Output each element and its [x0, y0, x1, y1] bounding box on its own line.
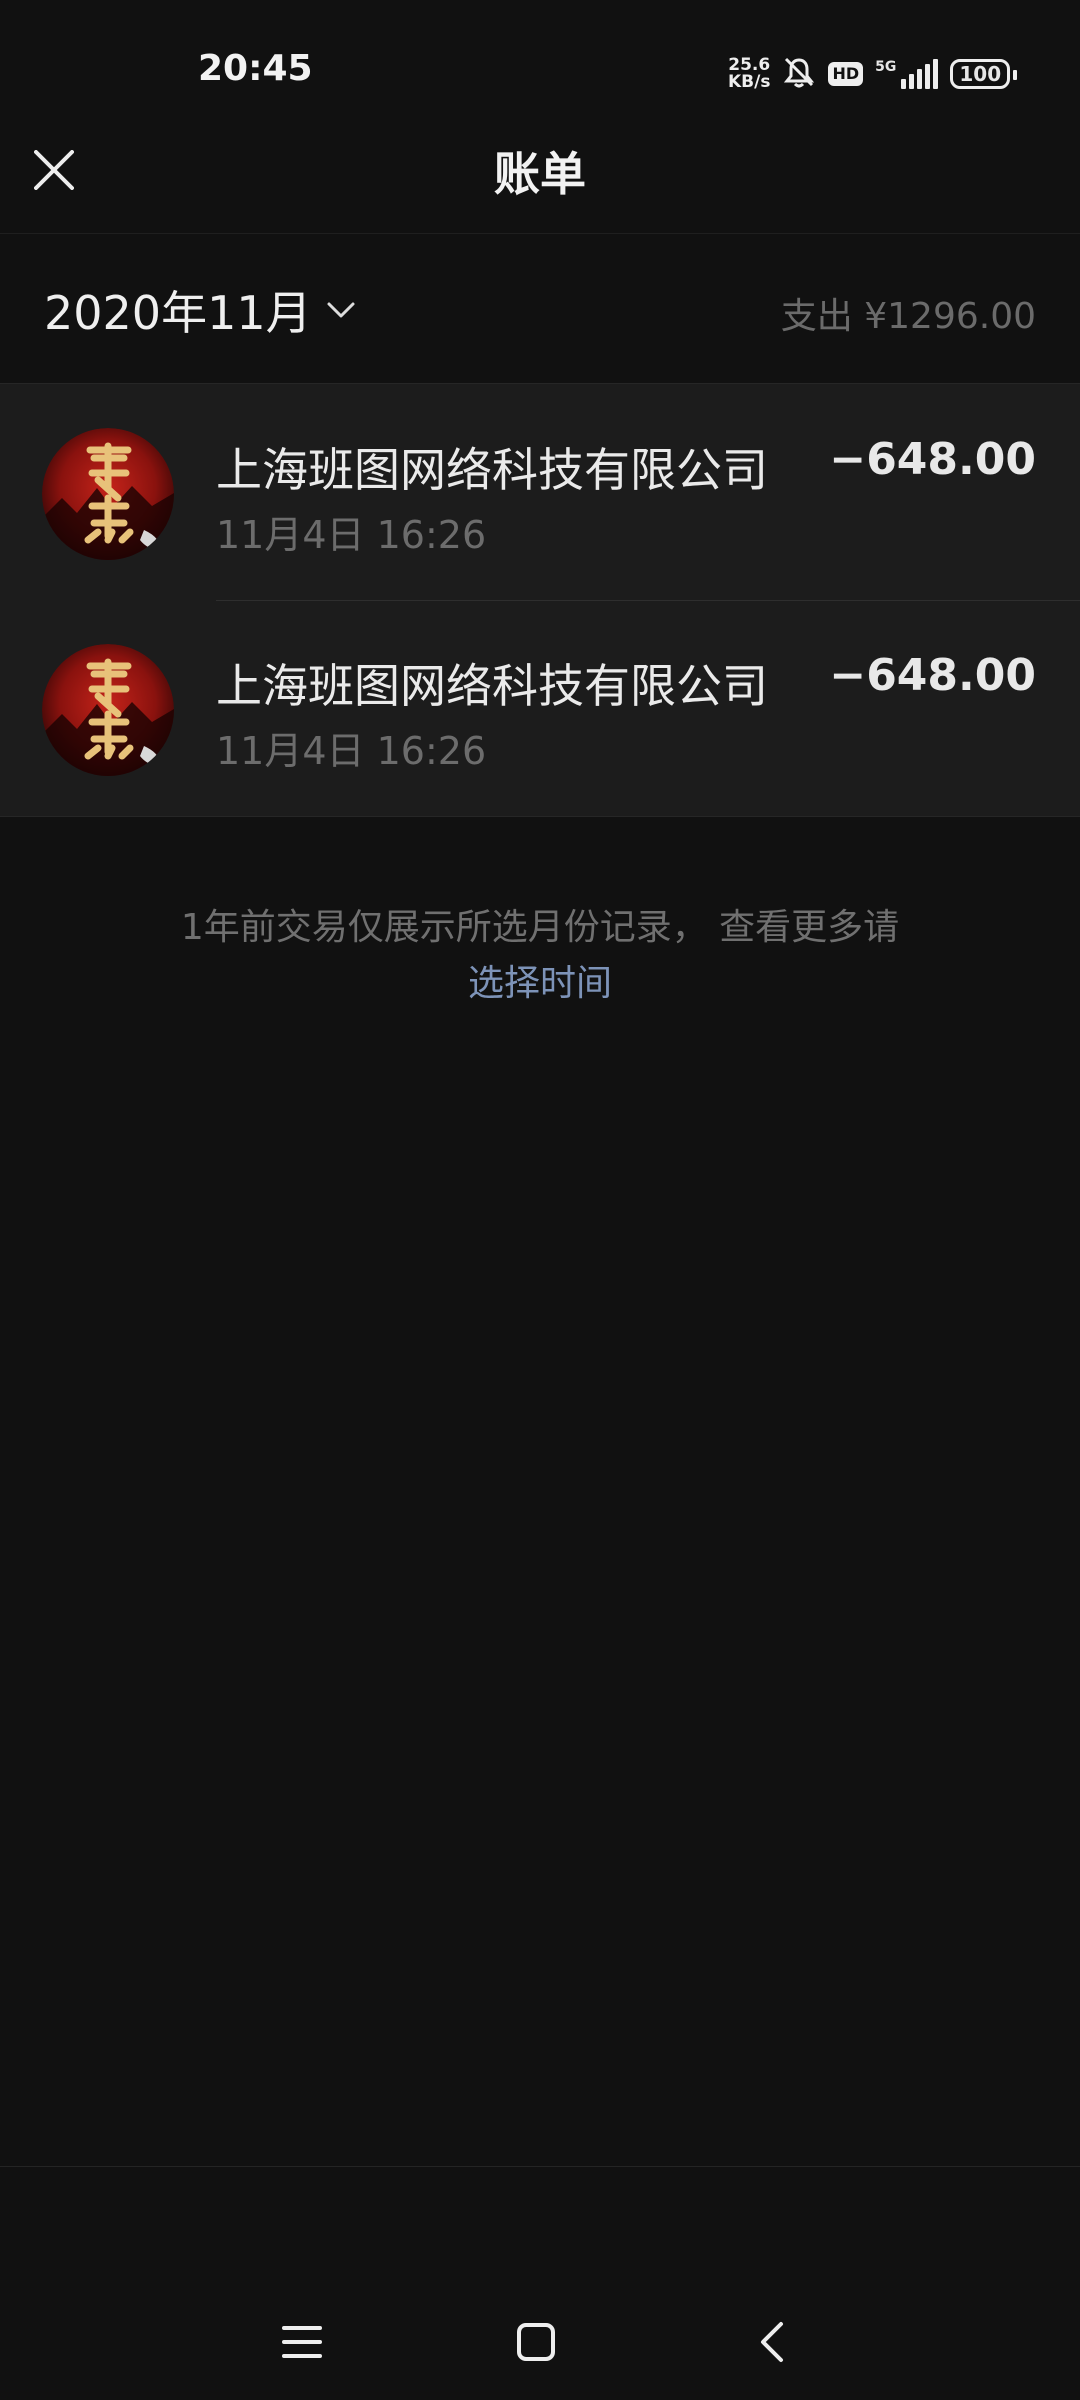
home-button[interactable]: [506, 2312, 566, 2372]
hd-icon: HD: [828, 62, 864, 86]
transaction-row[interactable]: 上海班图网络科技有限公司 11月4日 16:26 −648.00: [0, 600, 1080, 816]
mute-bell-icon: [782, 55, 816, 93]
history-notice-text: 1年前交易仅展示所选月份记录， 查看更多请: [180, 907, 900, 948]
back-button[interactable]: [742, 2312, 802, 2372]
signal-icon: 5G: [875, 59, 939, 89]
select-time-link[interactable]: 选择时间: [0, 956, 1080, 1012]
transaction-time: 11月4日 16:26: [216, 513, 487, 557]
square-icon: [517, 2323, 555, 2361]
merchant-name: 上海班图网络科技有限公司: [216, 659, 768, 713]
transaction-amount: −648.00: [829, 434, 1036, 485]
merchant-avatar: [42, 428, 174, 560]
transaction-amount: −648.00: [829, 650, 1036, 701]
status-icons: 25.6 KB/s HD 5G 100: [728, 52, 1017, 96]
transaction-list: 上海班图网络科技有限公司 11月4日 16:26 −648.00 上海班图网络科…: [0, 383, 1080, 817]
transaction-row[interactable]: 上海班图网络科技有限公司 11月4日 16:26 −648.00: [0, 384, 1080, 600]
merchant-avatar: [42, 644, 174, 776]
month-expense-total: 支出 ¥1296.00: [780, 296, 1036, 337]
month-filter-bar: 2020年11月 支出 ¥1296.00: [0, 235, 1080, 383]
page-title: 账单: [494, 147, 586, 201]
recent-apps-button[interactable]: [272, 2312, 332, 2372]
menu-icon: [282, 2326, 322, 2358]
month-selector[interactable]: 2020年11月: [44, 277, 356, 343]
transaction-time: 11月4日 16:26: [216, 729, 487, 773]
history-notice: 1年前交易仅展示所选月份记录， 查看更多请 选择时间: [0, 900, 1080, 1012]
system-nav-bar: [0, 2300, 1080, 2380]
network-speed: 25.6 KB/s: [728, 55, 771, 92]
month-label: 2020年11月: [44, 286, 312, 340]
divider: [0, 2166, 1080, 2167]
status-time: 20:45: [198, 48, 313, 89]
merchant-name: 上海班图网络科技有限公司: [216, 443, 768, 497]
chevron-down-icon: [327, 302, 355, 318]
back-chevron-icon: [761, 2322, 783, 2362]
top-nav-bar: 账单: [0, 110, 1080, 234]
battery-icon: 100: [950, 59, 1017, 89]
